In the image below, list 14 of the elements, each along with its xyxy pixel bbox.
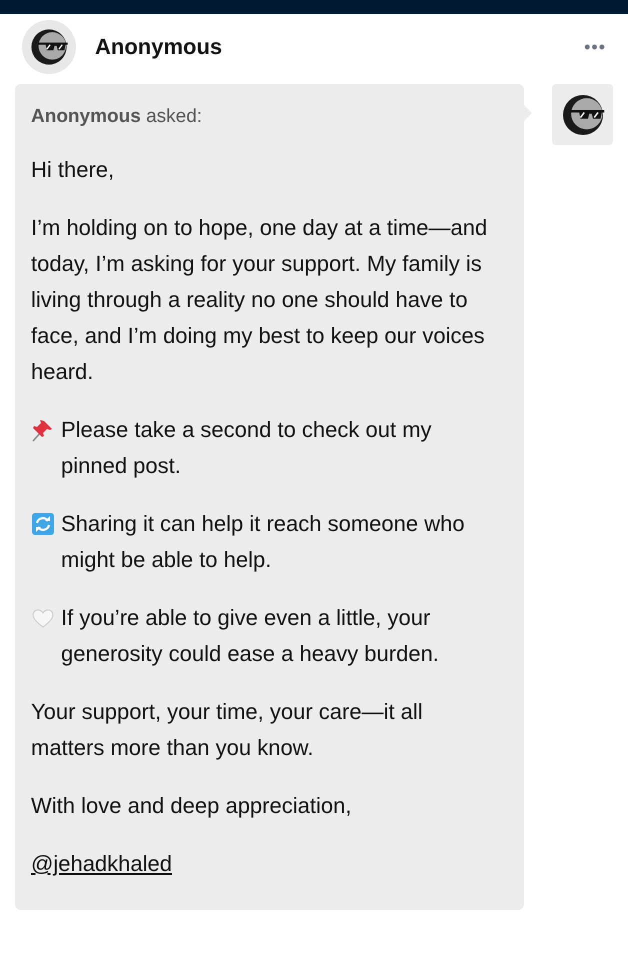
asker-avatar[interactable] — [552, 84, 613, 145]
pushpin-icon — [31, 418, 55, 442]
user-link[interactable]: @jehadkhaled — [31, 851, 172, 876]
arrows-icon — [31, 512, 55, 536]
message-paragraph: Hi there, — [31, 156, 116, 184]
message-paragraph: With love and deep appreciation, — [31, 792, 352, 820]
message-paragraph: Your support, your time, your care—it all matters more than you know. — [31, 698, 424, 762]
message-paragraph: If you’re able to give even a little, your generosity could ease a heavy burden. — [61, 604, 440, 668]
message-paragraph: I’m holding on to hope, one day at a time—and today, I’m asking for your support. My family is living through a reality no one should have to face, and I’m doing my best to keep our voices heard. — [31, 214, 488, 386]
message-paragraph: Please take a second to check out my pinned post. — [61, 416, 433, 480]
message-paragraph: Sharing it can help it reach someone who might be able to help. — [61, 510, 466, 574]
asker-line: Anonymous asked: — [31, 106, 204, 128]
blog-name[interactable]: Anonymous — [95, 34, 584, 60]
more-menu-button[interactable]: ••• — [584, 36, 606, 58]
